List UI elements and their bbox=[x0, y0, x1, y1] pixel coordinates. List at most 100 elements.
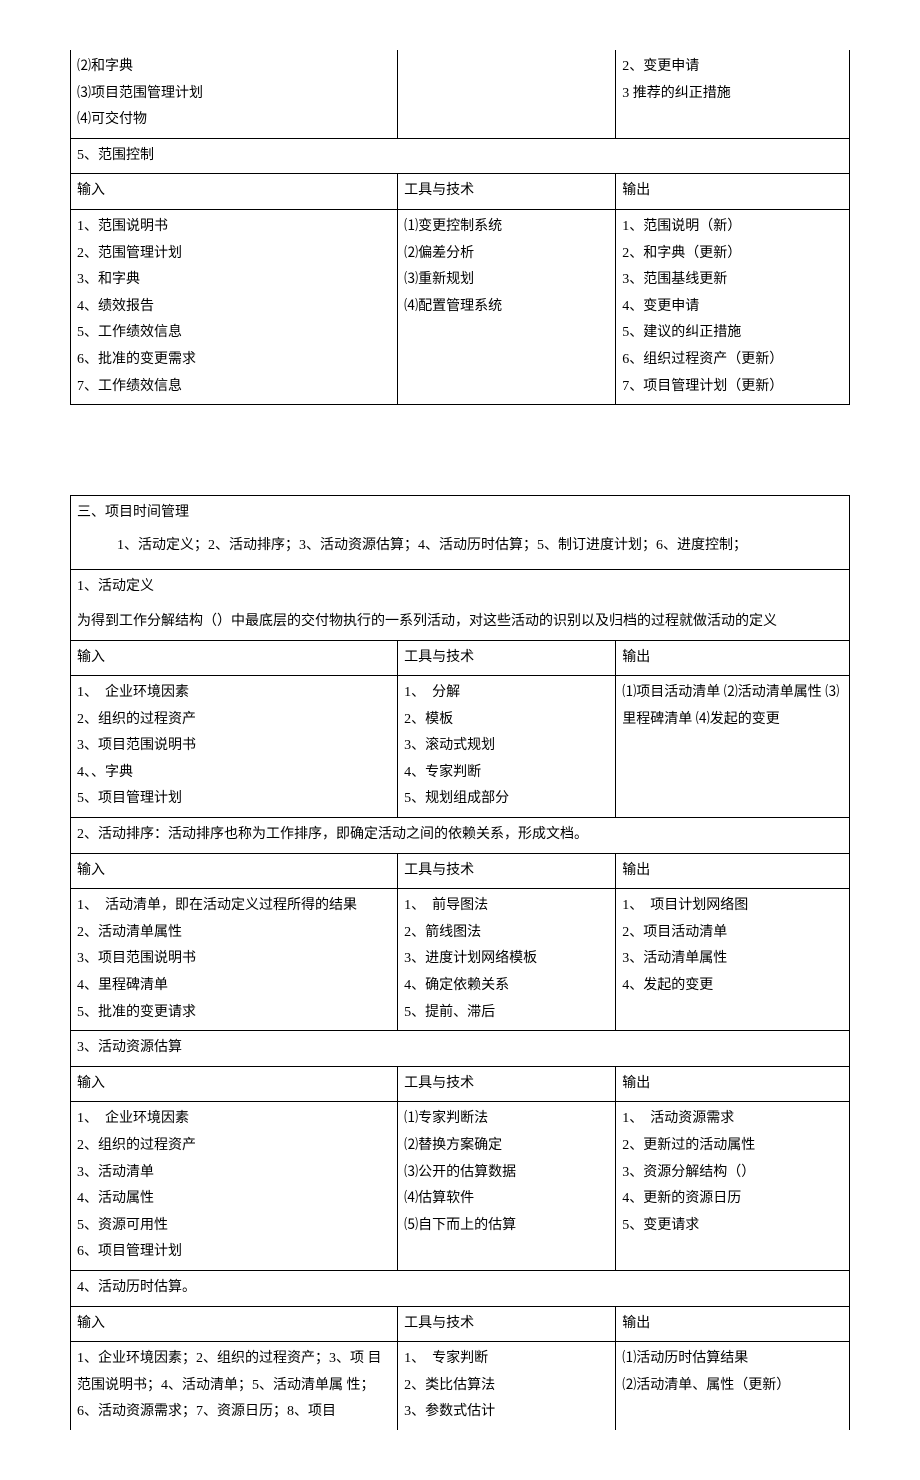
text: 3、参数式估计 bbox=[404, 1399, 609, 1426]
text: 3、滚动式规划 bbox=[404, 733, 609, 760]
text: 1、范围说明（新） bbox=[622, 214, 843, 241]
text: 1、 专家判断 bbox=[404, 1346, 609, 1373]
text: 4、专家判断 bbox=[404, 760, 609, 787]
s2-title: 2、活动排序：活动排序也称为工作排序，即确定活动之间的依赖关系，形成文档。 bbox=[71, 818, 850, 854]
header-output: 输出 bbox=[616, 853, 850, 889]
header-tools: 工具与技术 bbox=[398, 1066, 616, 1102]
text: 3、项目范围说明书 bbox=[77, 946, 391, 973]
text: 1、 前导图法 bbox=[404, 893, 609, 920]
text: 3 推荐的纠正措施 bbox=[622, 81, 843, 108]
s4-col2: 1、 专家判断 2、类比估算法 3、参数式估计 bbox=[398, 1342, 616, 1430]
s1-title: 1、活动定义 bbox=[71, 570, 850, 605]
overview-text: 1、活动定义；2、活动排序；3、活动资源估算；4、活动历时估算；5、制订进度计划… bbox=[77, 533, 843, 560]
text: 1、 活动资源需求 bbox=[622, 1106, 843, 1133]
text: ⑸自下而上的估算 bbox=[404, 1213, 609, 1240]
text: 2、项目活动清单 bbox=[622, 920, 843, 947]
text: ⑷可交付物 bbox=[77, 107, 391, 134]
text: ⑵替换方案确定 bbox=[404, 1133, 609, 1160]
s2-col2: 1、 前导图法 2、箭线图法 3、进度计划网络模板 4、确定依赖关系 5、提前、… bbox=[398, 889, 616, 1031]
text: 2、和字典（更新） bbox=[622, 241, 843, 268]
header-tools: 工具与技术 bbox=[398, 853, 616, 889]
section5-title: 5、范围控制 bbox=[71, 138, 850, 174]
text: 2、箭线图法 bbox=[404, 920, 609, 947]
text: 4、活动属性 bbox=[77, 1186, 391, 1213]
text: 2、组织的过程资产 bbox=[77, 1133, 391, 1160]
text: ⑵偏差分析 bbox=[404, 241, 609, 268]
text: 5、提前、滞后 bbox=[404, 1000, 609, 1027]
header-tools: 工具与技术 bbox=[398, 640, 616, 676]
text: 1、范围说明书 bbox=[77, 214, 391, 241]
text: 1、 活动清单，即在活动定义过程所得的结果 bbox=[77, 893, 391, 920]
s5-col2: ⑴变更控制系统 ⑵偏差分析 ⑶重新规划 ⑷配置管理系统 bbox=[398, 209, 616, 404]
header-input: 输入 bbox=[71, 1306, 398, 1342]
s5-col1: 1、范围说明书 2、范围管理计划 3、和字典 4、绩效报告 5、工作绩效信息 6… bbox=[71, 209, 398, 404]
text: ⑴变更控制系统 bbox=[404, 214, 609, 241]
spacer bbox=[70, 405, 850, 495]
header-tools: 工具与技术 bbox=[398, 1306, 616, 1342]
s1-col2: 1、 分解 2、模板 3、滚动式规划 4、专家判断 5、规划组成部分 bbox=[398, 676, 616, 818]
header-output: 输出 bbox=[616, 640, 850, 676]
text: 2、类比估算法 bbox=[404, 1373, 609, 1400]
text: 4、发起的变更 bbox=[622, 973, 843, 1000]
text: 4、里程碑清单 bbox=[77, 973, 391, 1000]
text: 3、活动清单 bbox=[77, 1160, 391, 1187]
text: 3、和字典 bbox=[77, 267, 391, 294]
header-input: 输入 bbox=[71, 174, 398, 210]
header-input: 输入 bbox=[71, 1066, 398, 1102]
text: 4、确定依赖关系 bbox=[404, 973, 609, 1000]
text: 2、范围管理计划 bbox=[77, 241, 391, 268]
s3-col3: 1、 活动资源需求 2、更新过的活动属性 3、资源分解结构（） 4、更新的资源日… bbox=[616, 1102, 850, 1271]
text: 3、进度计划网络模板 bbox=[404, 946, 609, 973]
text: 4、变更申请 bbox=[622, 294, 843, 321]
text: ⑶项目范围管理计划 bbox=[77, 81, 391, 108]
text: 3、项目范围说明书 bbox=[77, 733, 391, 760]
text: 2、模板 bbox=[404, 707, 609, 734]
text: 4、、字典 bbox=[77, 760, 391, 787]
top-col2 bbox=[398, 50, 616, 138]
s4-title: 4、活动历时估算。 bbox=[71, 1270, 850, 1306]
text: 4、绩效报告 bbox=[77, 294, 391, 321]
text: ⑷配置管理系统 bbox=[404, 294, 609, 321]
text: 1、 项目计划网络图 bbox=[622, 893, 843, 920]
time-mgmt-table: 三、项目时间管理 1、活动定义；2、活动排序；3、活动资源估算；4、活动历时估算… bbox=[70, 495, 850, 1430]
time-title: 三、项目时间管理 1、活动定义；2、活动排序；3、活动资源估算；4、活动历时估算… bbox=[71, 496, 850, 570]
text: 1、 分解 bbox=[404, 680, 609, 707]
header-input: 输入 bbox=[71, 853, 398, 889]
header-tools: 工具与技术 bbox=[398, 174, 616, 210]
text: 3、活动清单属性 bbox=[622, 946, 843, 973]
text: 3、资源分解结构（） bbox=[622, 1160, 843, 1187]
s4-col3: ⑴活动历时估算结果 ⑵活动清单、属性（更新） bbox=[616, 1342, 850, 1430]
text: 1、 企业环境因素 bbox=[77, 1106, 391, 1133]
text: 2、组织的过程资产 bbox=[77, 707, 391, 734]
top-col1: ⑵和字典 ⑶项目范围管理计划 ⑷可交付物 bbox=[71, 50, 398, 138]
header-output: 输出 bbox=[616, 1066, 850, 1102]
s1-col3: ⑴项目活动清单 ⑵活动清单属性 ⑶里程碑清单 ⑷发起的变更 bbox=[616, 676, 850, 818]
top-fragment-table: ⑵和字典 ⑶项目范围管理计划 ⑷可交付物 2、变更申请 3 推荐的纠正措施 5、… bbox=[70, 50, 850, 405]
s2-col1: 1、 活动清单，即在活动定义过程所得的结果 2、活动清单属性 3、项目范围说明书… bbox=[71, 889, 398, 1031]
text: ⑴专家判断法 bbox=[404, 1106, 609, 1133]
s3-title: 3、活动资源估算 bbox=[71, 1031, 850, 1067]
text: 5、规划组成部分 bbox=[404, 786, 609, 813]
s2-col3: 1、 项目计划网络图 2、项目活动清单 3、活动清单属性 4、发起的变更 bbox=[616, 889, 850, 1031]
text: 1、 企业环境因素 bbox=[77, 680, 391, 707]
s4-col1: 1、企业环境因素；2、组织的过程资产；3、项 目范围说明书；4、活动清单；5、活… bbox=[71, 1342, 398, 1430]
s5-col3: 1、范围说明（新） 2、和字典（更新） 3、范围基线更新 4、变更申请 5、建议… bbox=[616, 209, 850, 404]
text: ⑴活动历时估算结果 bbox=[622, 1346, 843, 1373]
text: 2、更新过的活动属性 bbox=[622, 1133, 843, 1160]
text: 2、变更申请 bbox=[622, 54, 843, 81]
text: 7、项目管理计划（更新） bbox=[622, 374, 843, 401]
text: 3、范围基线更新 bbox=[622, 267, 843, 294]
text: ⑶公开的估算数据 bbox=[404, 1160, 609, 1187]
text: ⑵和字典 bbox=[77, 54, 391, 81]
text: 2、活动清单属性 bbox=[77, 920, 391, 947]
s1-col1: 1、 企业环境因素 2、组织的过程资产 3、项目范围说明书 4、、字典 5、项目… bbox=[71, 676, 398, 818]
header-input: 输入 bbox=[71, 640, 398, 676]
top-col3: 2、变更申请 3 推荐的纠正措施 bbox=[616, 50, 850, 138]
text: 4、更新的资源日历 bbox=[622, 1186, 843, 1213]
header-output: 输出 bbox=[616, 1306, 850, 1342]
text: 5、项目管理计划 bbox=[77, 786, 391, 813]
text: 6、批准的变更需求 bbox=[77, 347, 391, 374]
s3-col2: ⑴专家判断法 ⑵替换方案确定 ⑶公开的估算数据 ⑷估算软件 ⑸自下而上的估算 bbox=[398, 1102, 616, 1271]
text: 7、工作绩效信息 bbox=[77, 374, 391, 401]
text: ⑷估算软件 bbox=[404, 1186, 609, 1213]
